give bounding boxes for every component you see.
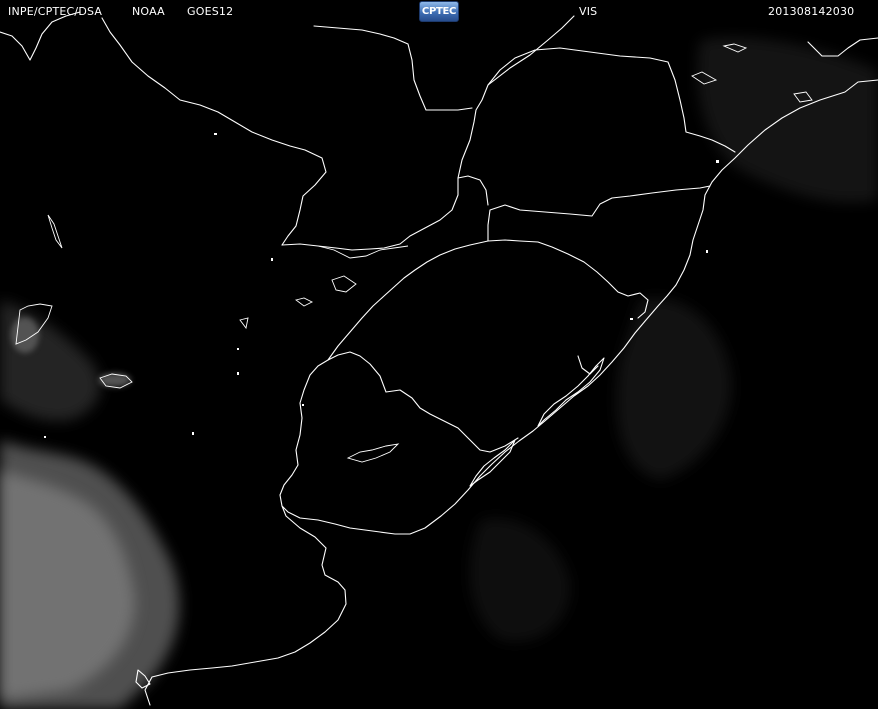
speck	[302, 404, 304, 406]
agency-label: NOAA	[132, 5, 165, 18]
cptec-logo-text: CPTEC	[421, 6, 457, 17]
speck	[192, 432, 194, 435]
satellite-label: GOES12	[187, 5, 234, 18]
timestamp-label: 201308142030	[768, 5, 855, 18]
speck	[630, 318, 633, 320]
speck	[237, 348, 239, 350]
cloud-patch-small	[11, 317, 39, 353]
speck	[271, 258, 273, 261]
cptec-logo: CPTEC	[419, 1, 459, 22]
speck	[237, 372, 239, 375]
speck	[214, 133, 217, 135]
speck	[44, 436, 46, 438]
source-label: INPE/CPTEC/DSA	[8, 5, 103, 18]
channel-label: VIS	[579, 5, 598, 18]
satellite-image	[0, 0, 878, 709]
speck	[706, 250, 708, 253]
speck	[716, 160, 719, 163]
